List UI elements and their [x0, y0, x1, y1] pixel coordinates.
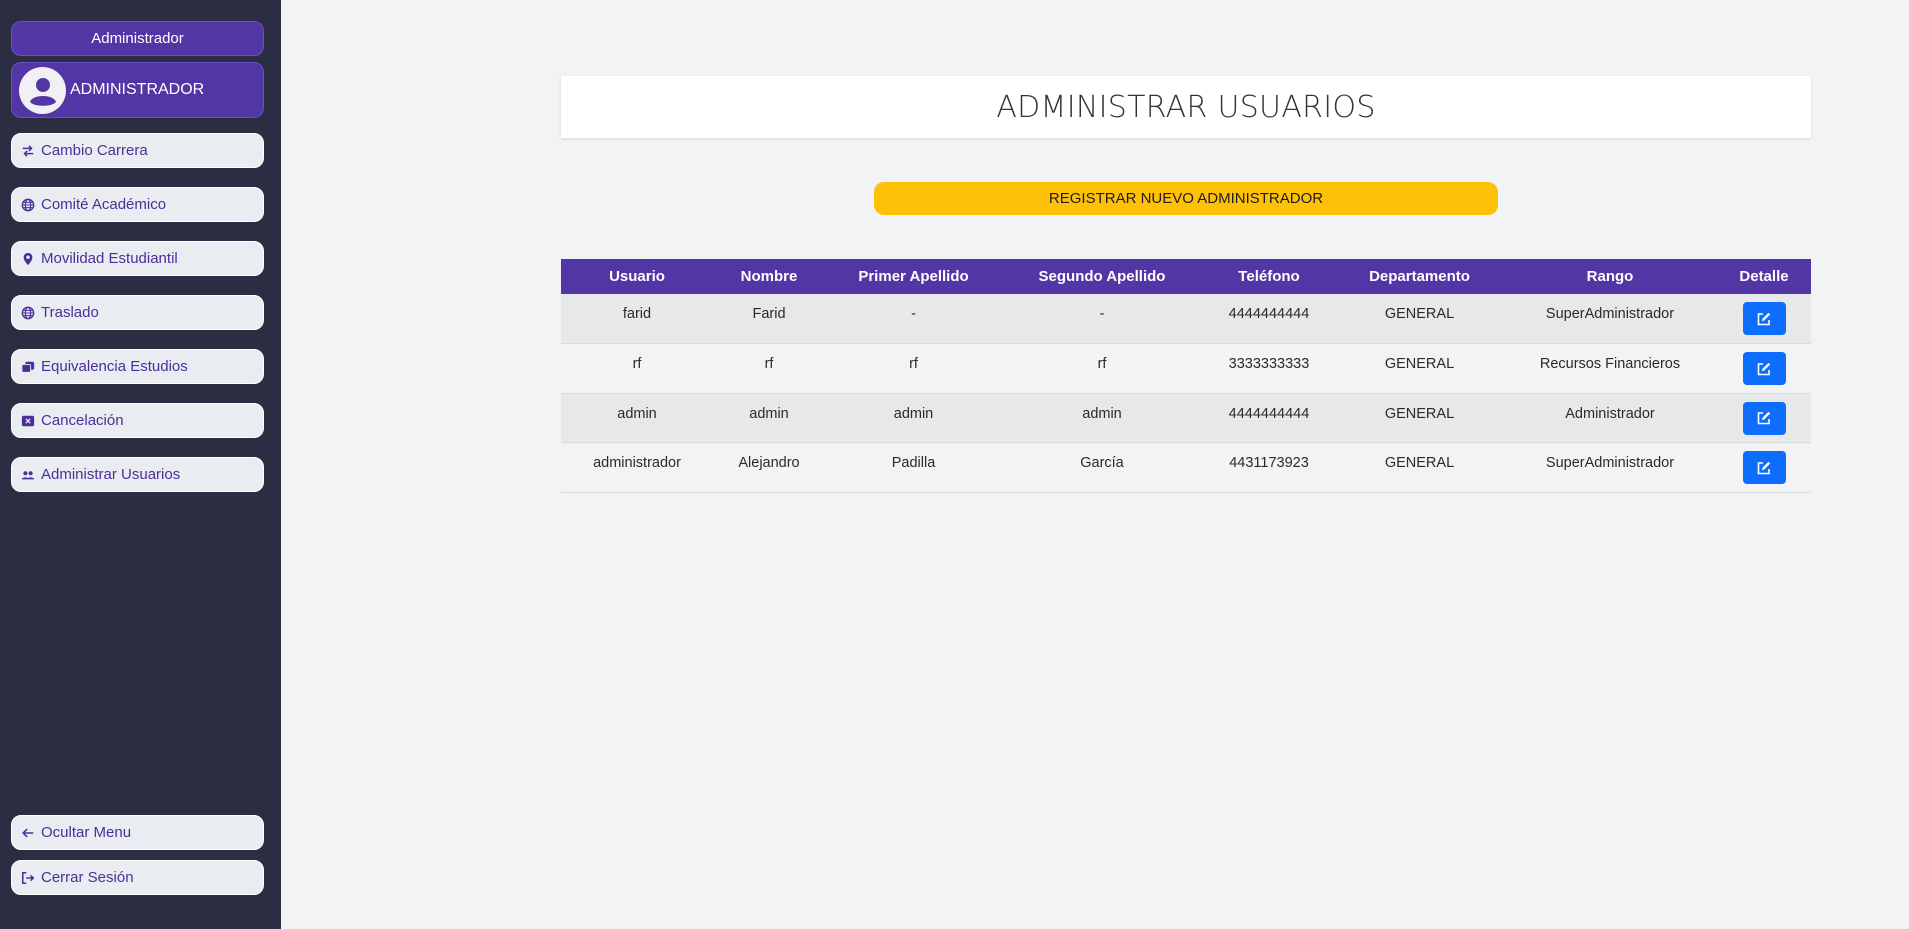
sidebar-item-equivalencia-estudios[interactable]: Equivalencia Estudios [11, 349, 264, 384]
role-label: Administrador [11, 21, 264, 56]
table-cell: rf [632, 356, 642, 372]
avatar [19, 66, 66, 114]
table-cell: admin [1082, 405, 1122, 422]
column-header: Segundo Apellido [1038, 268, 1166, 285]
edit-icon [1757, 411, 1771, 425]
table-row: farid Farid - - 4444444444 GENERAL Super… [561, 294, 1811, 344]
column-header: Primer Apellido [858, 268, 969, 285]
sidebar-item-label: Ocultar Menu [41, 824, 132, 841]
table-cell: 3333333333 [1228, 356, 1310, 372]
sidebar-item-label: Movilidad Estudiantil [41, 250, 178, 267]
table-cell: admin [749, 405, 789, 422]
x-square-icon [20, 413, 36, 429]
table-row: administrador Alejandro Padilla García 4… [561, 442, 1811, 493]
table-cell: Administrador [1565, 405, 1655, 422]
users-icon [20, 467, 36, 483]
globe-icon [20, 305, 36, 321]
sidebar-item-movilidad-estudiantil[interactable]: Movilidad Estudiantil [11, 241, 264, 276]
sidebar-item-label: Cerrar Sesión [41, 869, 134, 886]
table-row: rf rf rf rf 3333333333 GENERAL Recursos … [561, 343, 1811, 394]
user-card: ADMINISTRADOR [11, 62, 264, 118]
edit-button[interactable] [1742, 401, 1786, 435]
edit-icon [1757, 461, 1771, 474]
edit-button[interactable] [1742, 352, 1786, 385]
detail-cell [1717, 344, 1811, 394]
sidebar-item-label: Traslado [41, 304, 99, 321]
table-cell: rf [1097, 356, 1107, 372]
table-cell: 4431173923 [1229, 455, 1309, 471]
sign-out-icon [20, 870, 36, 886]
table-cell: Farid [752, 306, 786, 322]
table-cell: GENERAL [1384, 306, 1455, 322]
page-title: ADMINISTRAR USUARIOS [996, 89, 1376, 125]
sidebar-item-label: Equivalencia Estudios [41, 358, 188, 375]
table-cell: Recursos Financieros [1539, 356, 1681, 372]
table-cell: administrador [593, 455, 681, 471]
table-cell: SuperAdministrador [1545, 455, 1675, 471]
table-cell: GENERAL [1384, 455, 1455, 471]
edit-icon [1757, 362, 1771, 375]
table-cell: García [1080, 455, 1124, 471]
logout-button[interactable]: Cerrar Sesión [11, 860, 264, 895]
copy-icon [20, 359, 36, 375]
sidebar-item-label: Cancelación [41, 412, 124, 429]
users-table: Usuario Nombre Primer Apellido Segundo A… [561, 259, 1811, 493]
hide-menu-button[interactable]: Ocultar Menu [11, 815, 264, 850]
sidebar-item-label: Administrar Usuarios [41, 466, 181, 483]
sidebar-item-label: Cambio Carrera [41, 142, 148, 159]
table-row: admin admin admin admin 4444444444 GENER… [561, 393, 1811, 443]
register-admin-button[interactable]: REGISTRAR NUEVO ADMINISTRADOR [874, 182, 1498, 215]
sidebar-item-traslado[interactable]: Traslado [11, 295, 264, 330]
sidebar-item-label: Comité Académico [41, 196, 167, 213]
table-cell: - [1099, 306, 1105, 322]
table-cell: farid [622, 306, 652, 322]
table-cell: rf [764, 356, 774, 372]
exchange-icon [20, 143, 36, 159]
table-cell: 4444444444 [1228, 405, 1310, 422]
user-icon [23, 71, 62, 109]
detail-cell [1717, 393, 1811, 443]
table-cell: Padilla [891, 455, 936, 471]
sidebar-item-cambio-carrera[interactable]: Cambio Carrera [11, 133, 264, 168]
column-header: Nombre [740, 268, 798, 285]
sidebar-item-administrar-usuarios[interactable]: Administrar Usuarios [11, 457, 264, 492]
table-cell: - [911, 306, 916, 322]
table-cell: GENERAL [1384, 356, 1455, 372]
page-title-card: ADMINISTRAR USUARIOS [561, 76, 1811, 138]
detail-cell [1717, 443, 1811, 493]
detail-cell [1717, 294, 1811, 344]
edit-button[interactable] [1742, 302, 1786, 335]
table-cell: 4444444444 [1228, 306, 1310, 322]
map-pin-icon [20, 251, 36, 267]
user-name: ADMINISTRADOR [70, 81, 205, 98]
column-header: Usuario [609, 268, 665, 285]
column-header: Rango [1586, 268, 1634, 285]
globe-icon [20, 197, 36, 213]
sidebar: Administrador ADMINISTRADOR Cambio Carre… [0, 0, 281, 929]
table-header-row: Usuario Nombre Primer Apellido Segundo A… [561, 259, 1811, 294]
edit-button[interactable] [1742, 451, 1786, 484]
table-cell: admin [617, 405, 657, 422]
table-cell: SuperAdministrador [1545, 306, 1675, 322]
table-cell: rf [909, 356, 918, 372]
table-cell: Alejandro [738, 455, 800, 471]
table-cell: GENERAL [1384, 405, 1455, 422]
column-header: Teléfono [1238, 268, 1300, 285]
column-header: Departamento [1369, 268, 1470, 285]
edit-icon [1757, 312, 1771, 325]
arrow-left-icon [20, 825, 36, 841]
column-header: Detalle [1739, 268, 1789, 285]
table-cell: admin [893, 405, 934, 422]
sidebar-item-comite-academico[interactable]: Comité Académico [11, 187, 264, 222]
sidebar-item-cancelacion[interactable]: Cancelación [11, 403, 264, 438]
